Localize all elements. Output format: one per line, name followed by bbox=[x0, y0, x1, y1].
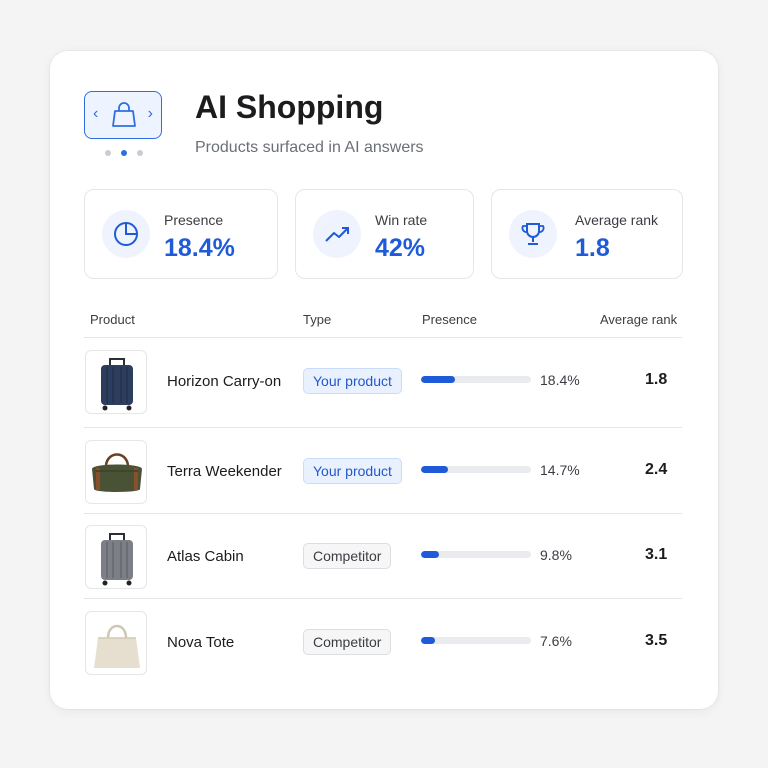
column-header-type[interactable]: Type bbox=[303, 312, 331, 327]
average-rank-value: 1.8 bbox=[645, 371, 668, 388]
product-image-olive-duffel-bag bbox=[85, 440, 147, 504]
carousel-dot-active[interactable] bbox=[121, 150, 127, 156]
page-subtitle: Products surfaced in AI answers bbox=[195, 139, 424, 156]
type-badge: Your product bbox=[303, 458, 402, 484]
chevron-right-icon[interactable]: › bbox=[148, 105, 153, 123]
presence-value: 14.7% bbox=[540, 462, 580, 478]
type-badge: Competitor bbox=[303, 543, 392, 569]
product-image-gray-suitcase bbox=[85, 525, 147, 589]
pie-chart-icon bbox=[102, 210, 150, 258]
table-row[interactable]: Nova Tote Competitor 7.6% 3.5 bbox=[50, 599, 718, 685]
trophy-icon bbox=[509, 210, 557, 258]
presence-bar bbox=[421, 376, 531, 383]
stat-card-win-rate: Win rate 42% bbox=[295, 189, 474, 279]
presence-bar bbox=[421, 637, 531, 644]
presence-bar bbox=[421, 551, 531, 558]
table-row[interactable]: Atlas Cabin Competitor 9.8% 3.1 bbox=[50, 513, 718, 599]
bag-glyph bbox=[112, 102, 136, 127]
presence-value: 7.6% bbox=[540, 633, 572, 649]
table-row[interactable]: Horizon Carry-on Your product 18.4% 1.8 bbox=[50, 338, 718, 424]
presence-bar-fill bbox=[421, 551, 439, 558]
presence-value: 18.4% bbox=[540, 372, 580, 388]
stat-card-presence: Presence 18.4% bbox=[84, 189, 278, 279]
shopping-bag-icon[interactable]: ‹ › bbox=[84, 91, 162, 139]
average-rank-value: 3.5 bbox=[645, 632, 668, 649]
type-badge: Your product bbox=[303, 368, 402, 394]
stat-label: Presence bbox=[164, 212, 224, 228]
page-title: AI Shopping bbox=[195, 89, 384, 125]
presence-bar bbox=[421, 466, 531, 473]
column-header-product[interactable]: Product bbox=[90, 312, 135, 327]
stat-card-average-rank: Average rank 1.8 bbox=[491, 189, 683, 279]
trend-up-icon bbox=[313, 210, 361, 258]
column-header-presence[interactable]: Presence bbox=[422, 312, 477, 327]
average-rank-value: 3.1 bbox=[645, 546, 668, 563]
product-name[interactable]: Atlas Cabin bbox=[167, 548, 244, 565]
product-image-navy-suitcase bbox=[85, 350, 147, 414]
chevron-left-icon[interactable]: ‹ bbox=[93, 105, 98, 123]
column-header-average-rank[interactable]: Average rank bbox=[600, 312, 677, 327]
product-name[interactable]: Terra Weekender bbox=[167, 463, 282, 480]
stat-label: Win rate bbox=[375, 212, 428, 228]
carousel-dots[interactable] bbox=[105, 150, 143, 156]
stat-value: 1.8 bbox=[575, 234, 610, 262]
presence-bar-fill bbox=[421, 376, 455, 383]
table-row[interactable]: Terra Weekender Your product 14.7% 2.4 bbox=[50, 428, 718, 514]
stat-value: 18.4% bbox=[164, 234, 235, 262]
product-name[interactable]: Horizon Carry-on bbox=[167, 373, 281, 390]
carousel-dot[interactable] bbox=[137, 150, 143, 156]
ai-shopping-card: ‹ › AI Shopping Products surfaced in AI … bbox=[50, 51, 718, 709]
presence-bar-fill bbox=[421, 637, 435, 644]
presence-bar-fill bbox=[421, 466, 448, 473]
product-name[interactable]: Nova Tote bbox=[167, 634, 234, 651]
stat-label: Average rank bbox=[575, 212, 659, 228]
product-image-cream-tote-bag bbox=[85, 611, 147, 675]
average-rank-value: 2.4 bbox=[645, 461, 668, 478]
presence-value: 9.8% bbox=[540, 547, 572, 563]
stat-value: 42% bbox=[375, 234, 426, 262]
type-badge: Competitor bbox=[303, 629, 392, 655]
carousel-dot[interactable] bbox=[105, 150, 111, 156]
